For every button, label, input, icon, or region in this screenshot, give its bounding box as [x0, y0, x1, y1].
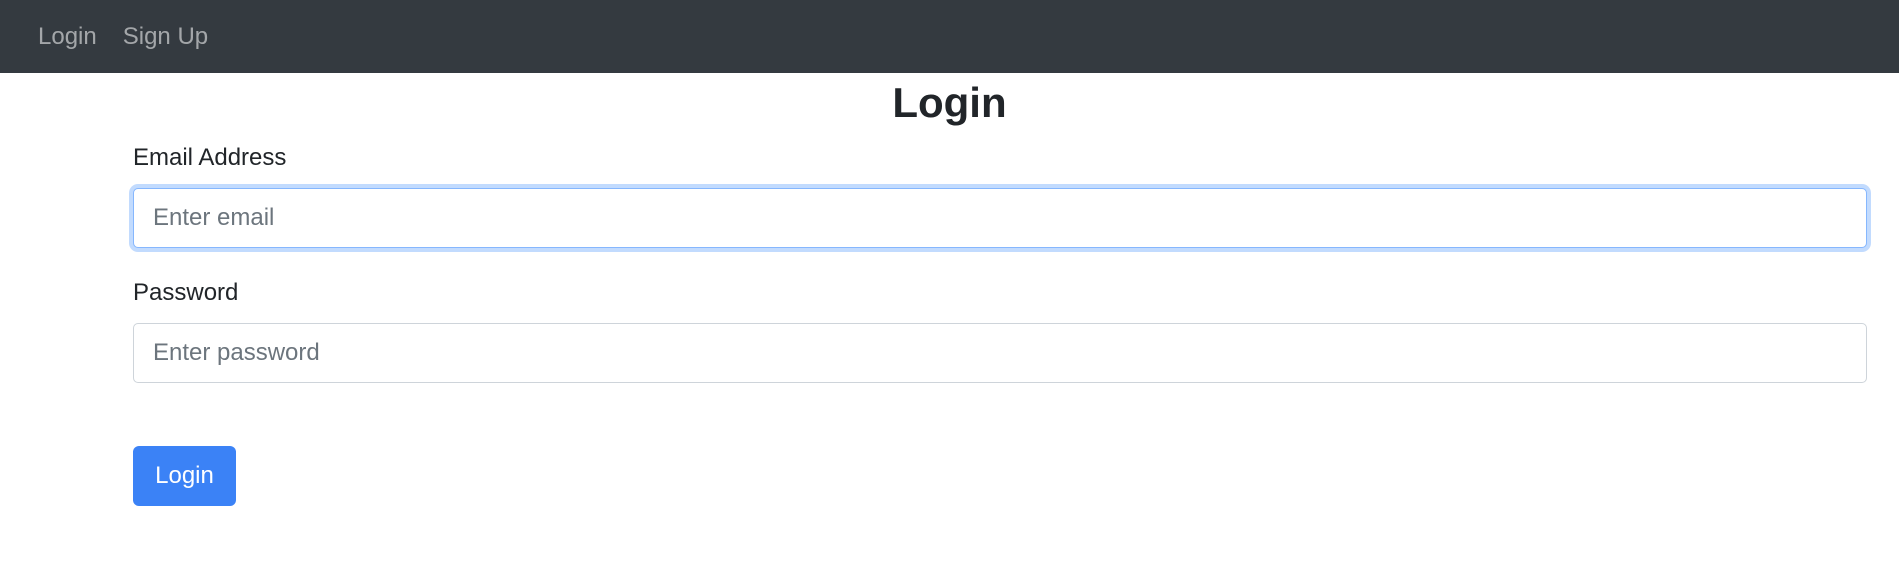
email-input[interactable]: [133, 188, 1867, 248]
password-label: Password: [133, 279, 239, 306]
nav-link-sign-up[interactable]: Sign Up: [123, 23, 208, 51]
nav-link-login[interactable]: Login: [38, 23, 97, 51]
password-input[interactable]: [133, 323, 1867, 383]
top-navbar: Login Sign Up: [0, 0, 1899, 73]
page-title: Login: [892, 79, 1007, 126]
login-button[interactable]: Login: [133, 446, 236, 506]
email-label: Email Address: [133, 144, 287, 171]
